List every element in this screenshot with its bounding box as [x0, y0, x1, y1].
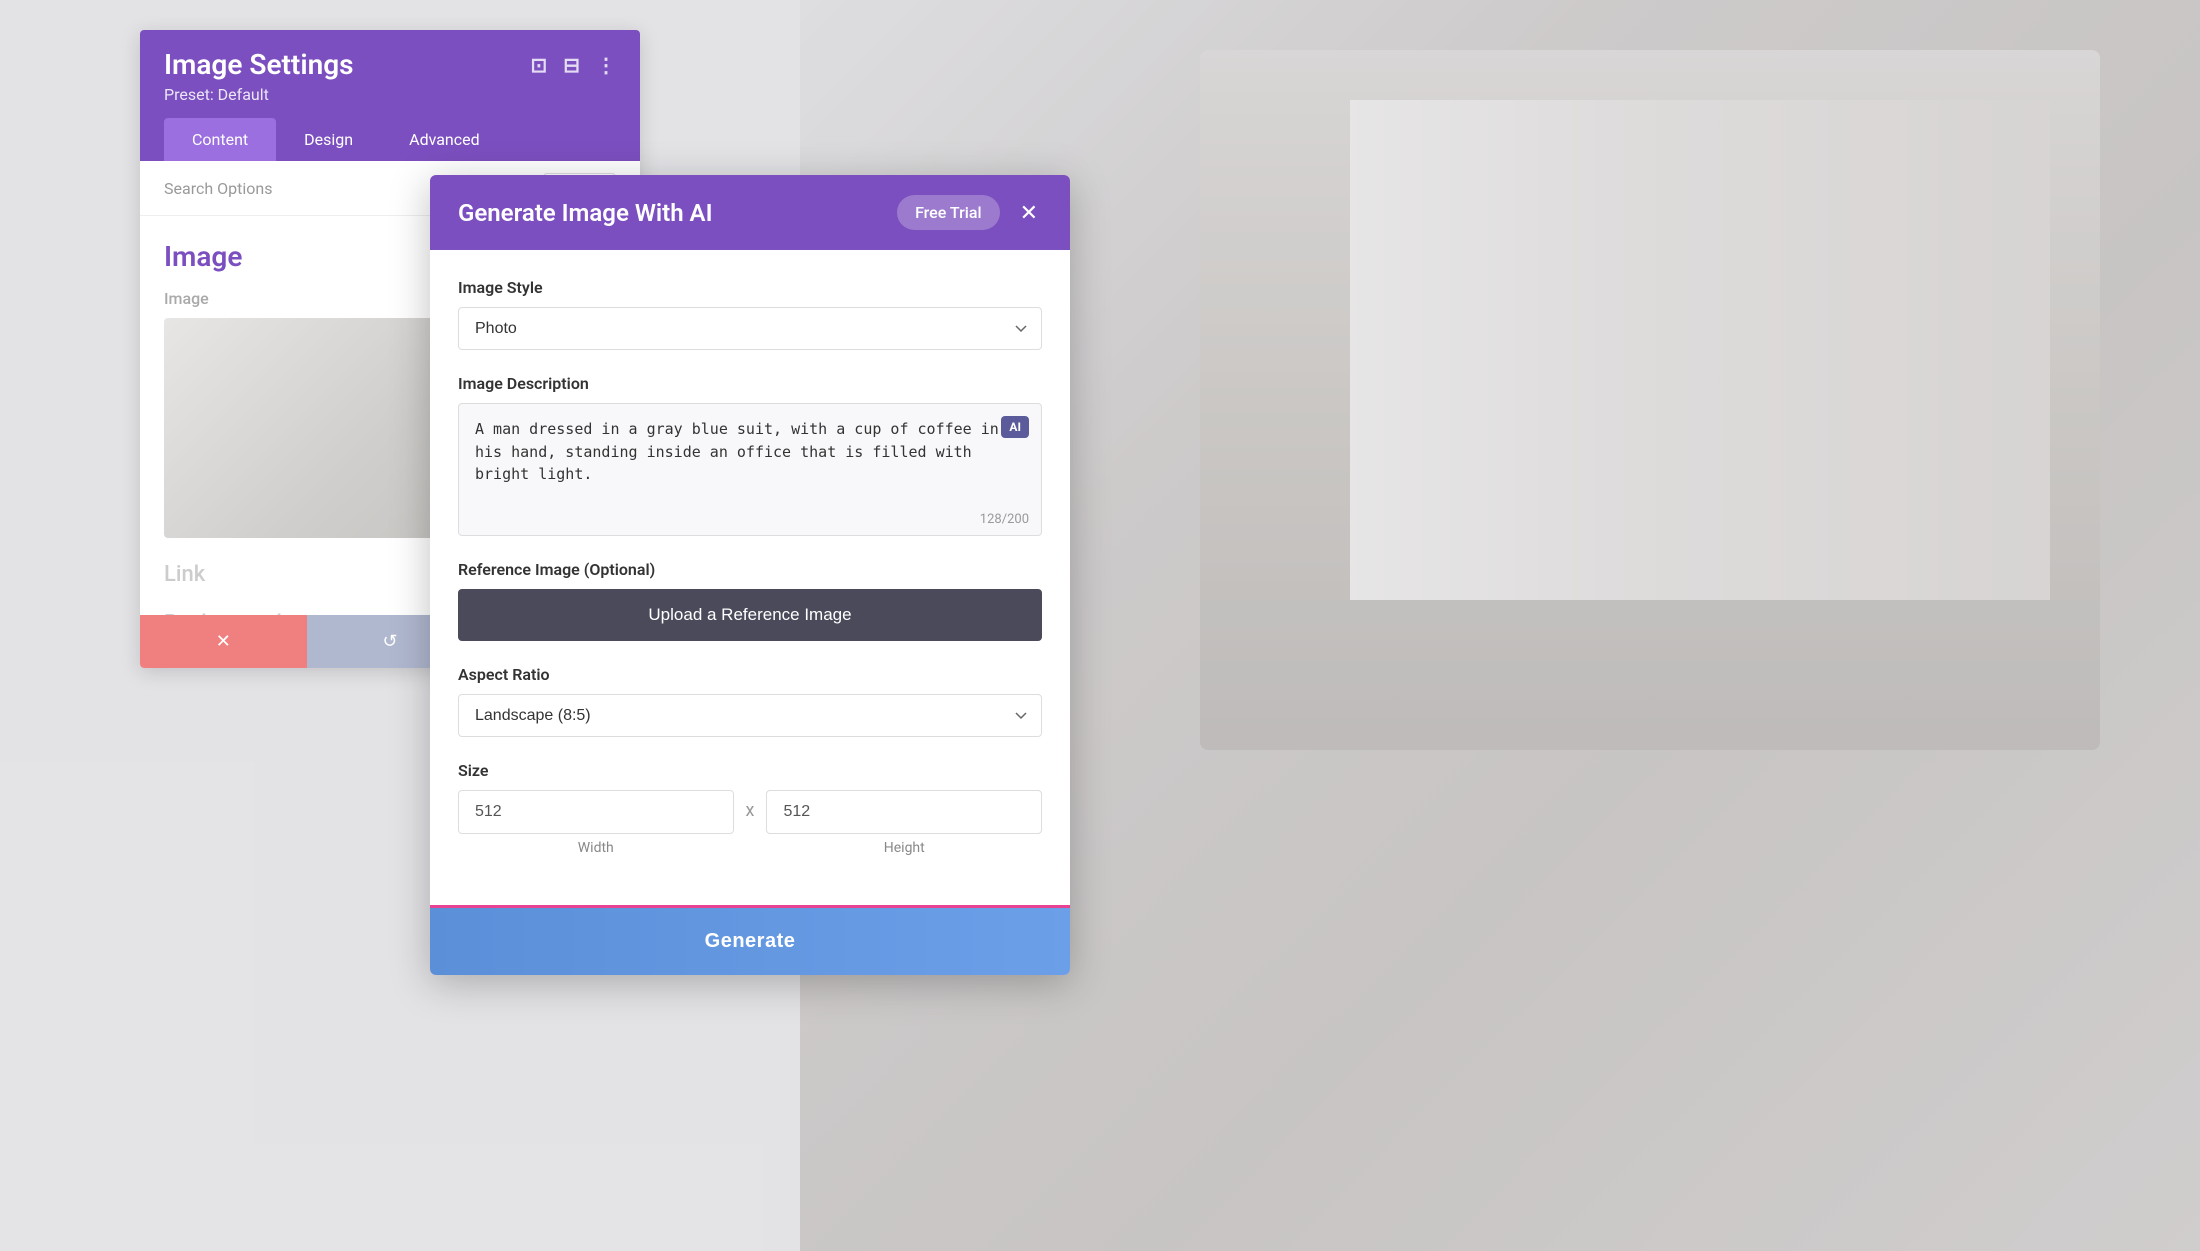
tab-content[interactable]: Content [164, 118, 276, 161]
modal-close-button[interactable]: ✕ [1016, 196, 1042, 230]
modal-title: Generate Image With AI [458, 199, 712, 227]
modal-header: Generate Image With AI Free Trial ✕ [430, 175, 1070, 250]
width-input[interactable] [458, 790, 734, 834]
image-description-textarea[interactable] [459, 404, 1041, 504]
reference-image-label: Reference Image (Optional) [458, 560, 1042, 579]
modal-header-right: Free Trial ✕ [897, 195, 1042, 230]
search-options-text[interactable]: Search Options [164, 179, 272, 198]
panel-title-row: Image Settings ⊡ ⊟ ⋮ [164, 48, 616, 81]
image-style-label: Image Style [458, 278, 1042, 297]
modal-body: Image Style Photo Illustration Digital A… [430, 250, 1070, 908]
image-style-select[interactable]: Photo Illustration Digital Art Watercolo… [458, 307, 1042, 350]
ai-image-modal: Generate Image With AI Free Trial ✕ Imag… [430, 175, 1070, 975]
image-description-label: Image Description [458, 374, 1042, 393]
textarea-wrapper: AI 128/200 [458, 403, 1042, 536]
free-trial-badge: Free Trial [897, 195, 1000, 230]
more-icon[interactable]: ⋮ [596, 53, 616, 77]
char-count: 128/200 [459, 508, 1041, 535]
layout-icon[interactable]: ⊟ [563, 53, 580, 77]
panel-tabs: Content Design Advanced [164, 118, 616, 161]
width-label: Width [458, 840, 734, 856]
aspect-ratio-label: Aspect Ratio [458, 665, 1042, 684]
panel-title: Image Settings [164, 48, 354, 81]
size-row: Width x Height [458, 790, 1042, 856]
modal-footer: Generate [430, 908, 1070, 975]
tab-design[interactable]: Design [276, 118, 381, 161]
height-input[interactable] [766, 790, 1042, 834]
height-label: Height [766, 840, 1042, 856]
image-style-group: Image Style Photo Illustration Digital A… [458, 278, 1042, 350]
height-group: Height [766, 790, 1042, 856]
size-label: Size [458, 761, 1042, 780]
fullscreen-icon[interactable]: ⊡ [530, 53, 547, 77]
tab-advanced[interactable]: Advanced [381, 118, 508, 161]
width-group: Width [458, 790, 734, 856]
panel-header: Image Settings ⊡ ⊟ ⋮ Preset: Default Con… [140, 30, 640, 161]
generate-button[interactable]: Generate [430, 908, 1070, 975]
panel-preset: Preset: Default [164, 85, 616, 104]
image-description-group: Image Description AI 128/200 [458, 374, 1042, 536]
aspect-ratio-group: Aspect Ratio Landscape (8:5) Portrait (5… [458, 665, 1042, 737]
upload-reference-button[interactable]: Upload a Reference Image [458, 589, 1042, 641]
aspect-ratio-select[interactable]: Landscape (8:5) Portrait (5:8) Square (1… [458, 694, 1042, 737]
ai-badge: AI [1001, 416, 1029, 438]
cancel-button[interactable]: ✕ [140, 615, 307, 668]
size-group: Size Width x Height [458, 761, 1042, 856]
size-separator: x [746, 790, 755, 821]
panel-title-icons: ⊡ ⊟ ⋮ [530, 53, 616, 77]
reference-image-group: Reference Image (Optional) Upload a Refe… [458, 560, 1042, 641]
